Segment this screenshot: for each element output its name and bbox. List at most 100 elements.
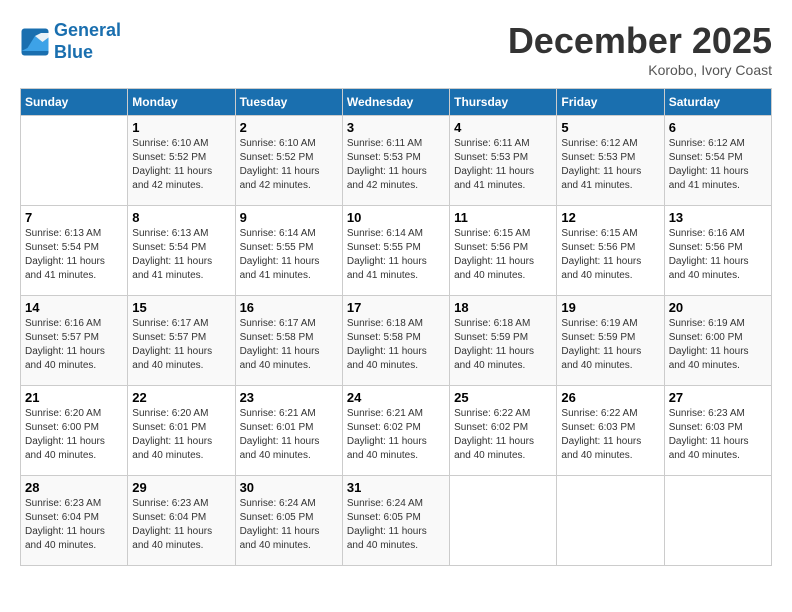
day-info: Sunrise: 6:19 AMSunset: 5:59 PMDaylight:…	[561, 317, 659, 373]
day-number: 8	[132, 210, 230, 225]
calendar-cell: 27Sunrise: 6:23 AMSunset: 6:03 PMDayligh…	[664, 386, 771, 476]
day-of-week-header: Wednesday	[342, 89, 449, 116]
calendar-cell: 22 Sunrise: 6:20 AMSunset: 6:01 PMDayligh…	[128, 386, 235, 476]
day-number: 28	[25, 480, 123, 495]
page-header: General Blue December 2025 Korobo, Ivory…	[20, 20, 772, 78]
calendar-week-row: 28 Sunrise: 6:23 AMSunset: 6:04 PMDayligh…	[21, 476, 772, 566]
day-number: 4	[454, 120, 552, 135]
day-number: 31	[347, 480, 445, 495]
day-info: Sunrise: 6:12 AMSunset: 5:54 PMDaylight:…	[669, 137, 767, 193]
calendar-cell: 4 Sunrise: 6:11 AMSunset: 5:53 PMDaylight…	[450, 116, 557, 206]
day-info: Sunrise: 6:17 AMSunset: 5:57 PMDaylight:…	[132, 317, 230, 373]
calendar-cell: 19Sunrise: 6:19 AMSunset: 5:59 PMDayligh…	[557, 296, 664, 386]
day-number: 21	[25, 390, 123, 405]
day-info: Sunrise: 6:22 AMSunset: 6:03 PMDaylight:…	[561, 407, 659, 463]
calendar-header-row: SundayMondayTuesdayWednesdayThursdayFrid…	[21, 89, 772, 116]
logo-text: General Blue	[54, 20, 121, 63]
month-title: December 2025	[508, 20, 772, 62]
logo: General Blue	[20, 20, 121, 63]
day-info: Sunrise: 6:24 AMSunset: 6:05 PMDaylight:…	[240, 497, 338, 553]
calendar-cell: 31Sunrise: 6:24 AMSunset: 6:05 PMDayligh…	[342, 476, 449, 566]
calendar-week-row: 14 Sunrise: 6:16 AMSunset: 5:57 PMDayligh…	[21, 296, 772, 386]
day-info: Sunrise: 6:13 AMSunset: 5:54 PMDaylight:…	[25, 227, 123, 283]
day-of-week-header: Saturday	[664, 89, 771, 116]
day-number: 1	[132, 120, 230, 135]
calendar-cell: 23 Sunrise: 6:21 AMSunset: 6:01 PMDayligh…	[235, 386, 342, 476]
day-number: 3	[347, 120, 445, 135]
day-number: 25	[454, 390, 552, 405]
calendar-cell: 29 Sunrise: 6:23 AMSunset: 6:04 PMDayligh…	[128, 476, 235, 566]
day-info: Sunrise: 6:23 AMSunset: 6:04 PMDaylight:…	[132, 497, 230, 553]
day-info: Sunrise: 6:21 AMSunset: 6:02 PMDaylight:…	[347, 407, 445, 463]
logo-icon	[20, 27, 50, 57]
day-number: 29	[132, 480, 230, 495]
location: Korobo, Ivory Coast	[508, 62, 772, 78]
day-of-week-header: Thursday	[450, 89, 557, 116]
logo-line1: General	[54, 20, 121, 40]
day-number: 27	[669, 390, 767, 405]
day-info: Sunrise: 6:23 AMSunset: 6:04 PMDaylight:…	[25, 497, 123, 553]
day-info: Sunrise: 6:11 AMSunset: 5:53 PMDaylight:…	[347, 137, 445, 193]
day-number: 16	[240, 300, 338, 315]
calendar-cell: 21 Sunrise: 6:20 AMSunset: 6:00 PMDayligh…	[21, 386, 128, 476]
calendar-cell: 6 Sunrise: 6:12 AMSunset: 5:54 PMDaylight…	[664, 116, 771, 206]
day-info: Sunrise: 6:20 AMSunset: 6:00 PMDaylight:…	[25, 407, 123, 463]
calendar-cell: 26 Sunrise: 6:22 AMSunset: 6:03 PMDayligh…	[557, 386, 664, 476]
day-info: Sunrise: 6:10 AMSunset: 5:52 PMDaylight:…	[132, 137, 230, 193]
day-info: Sunrise: 6:15 AMSunset: 5:56 PMDaylight:…	[454, 227, 552, 283]
calendar-cell: 3 Sunrise: 6:11 AMSunset: 5:53 PMDaylight…	[342, 116, 449, 206]
calendar-cell: 9Sunrise: 6:14 AMSunset: 5:55 PMDaylight…	[235, 206, 342, 296]
day-of-week-header: Sunday	[21, 89, 128, 116]
calendar-cell: 15 Sunrise: 6:17 AMSunset: 5:57 PMDayligh…	[128, 296, 235, 386]
day-info: Sunrise: 6:17 AMSunset: 5:58 PMDaylight:…	[240, 317, 338, 373]
day-number: 11	[454, 210, 552, 225]
day-info: Sunrise: 6:15 AMSunset: 5:56 PMDaylight:…	[561, 227, 659, 283]
day-number: 26	[561, 390, 659, 405]
calendar-cell: 18Sunrise: 6:18 AMSunset: 5:59 PMDayligh…	[450, 296, 557, 386]
calendar-table: SundayMondayTuesdayWednesdayThursdayFrid…	[20, 88, 772, 566]
day-info: Sunrise: 6:16 AMSunset: 5:57 PMDaylight:…	[25, 317, 123, 373]
calendar-cell: 2 Sunrise: 6:10 AMSunset: 5:52 PMDaylight…	[235, 116, 342, 206]
calendar-week-row: 21 Sunrise: 6:20 AMSunset: 6:00 PMDayligh…	[21, 386, 772, 476]
day-of-week-header: Tuesday	[235, 89, 342, 116]
calendar-cell: 17 Sunrise: 6:18 AMSunset: 5:58 PMDayligh…	[342, 296, 449, 386]
day-info: Sunrise: 6:21 AMSunset: 6:01 PMDaylight:…	[240, 407, 338, 463]
calendar-cell: 13Sunrise: 6:16 AMSunset: 5:56 PMDayligh…	[664, 206, 771, 296]
day-info: Sunrise: 6:10 AMSunset: 5:52 PMDaylight:…	[240, 137, 338, 193]
calendar-cell: 1 Sunrise: 6:10 AMSunset: 5:52 PMDaylight…	[128, 116, 235, 206]
day-of-week-header: Friday	[557, 89, 664, 116]
calendar-cell: 25Sunrise: 6:22 AMSunset: 6:02 PMDayligh…	[450, 386, 557, 476]
day-number: 7	[25, 210, 123, 225]
day-number: 10	[347, 210, 445, 225]
day-number: 14	[25, 300, 123, 315]
day-info: Sunrise: 6:11 AMSunset: 5:53 PMDaylight:…	[454, 137, 552, 193]
day-number: 15	[132, 300, 230, 315]
calendar-cell: 8 Sunrise: 6:13 AMSunset: 5:54 PMDaylight…	[128, 206, 235, 296]
day-info: Sunrise: 6:18 AMSunset: 5:58 PMDaylight:…	[347, 317, 445, 373]
calendar-cell: 30 Sunrise: 6:24 AMSunset: 6:05 PMDayligh…	[235, 476, 342, 566]
day-number: 9	[240, 210, 338, 225]
day-info: Sunrise: 6:20 AMSunset: 6:01 PMDaylight:…	[132, 407, 230, 463]
day-info: Sunrise: 6:19 AMSunset: 6:00 PMDaylight:…	[669, 317, 767, 373]
day-number: 12	[561, 210, 659, 225]
day-number: 30	[240, 480, 338, 495]
calendar-cell: 12 Sunrise: 6:15 AMSunset: 5:56 PMDayligh…	[557, 206, 664, 296]
calendar-cell: 16 Sunrise: 6:17 AMSunset: 5:58 PMDayligh…	[235, 296, 342, 386]
logo-line2: Blue	[54, 42, 93, 62]
day-number: 17	[347, 300, 445, 315]
day-number: 6	[669, 120, 767, 135]
day-info: Sunrise: 6:12 AMSunset: 5:53 PMDaylight:…	[561, 137, 659, 193]
day-number: 18	[454, 300, 552, 315]
calendar-week-row: 1 Sunrise: 6:10 AMSunset: 5:52 PMDaylight…	[21, 116, 772, 206]
day-number: 22	[132, 390, 230, 405]
day-number: 23	[240, 390, 338, 405]
calendar-cell: 5Sunrise: 6:12 AMSunset: 5:53 PMDaylight…	[557, 116, 664, 206]
calendar-cell	[664, 476, 771, 566]
day-number: 2	[240, 120, 338, 135]
calendar-cell: 11 Sunrise: 6:15 AMSunset: 5:56 PMDayligh…	[450, 206, 557, 296]
calendar-cell: 7 Sunrise: 6:13 AMSunset: 5:54 PMDaylight…	[21, 206, 128, 296]
calendar-cell: 24Sunrise: 6:21 AMSunset: 6:02 PMDayligh…	[342, 386, 449, 476]
title-block: December 2025 Korobo, Ivory Coast	[508, 20, 772, 78]
day-info: Sunrise: 6:13 AMSunset: 5:54 PMDaylight:…	[132, 227, 230, 283]
calendar-cell	[21, 116, 128, 206]
